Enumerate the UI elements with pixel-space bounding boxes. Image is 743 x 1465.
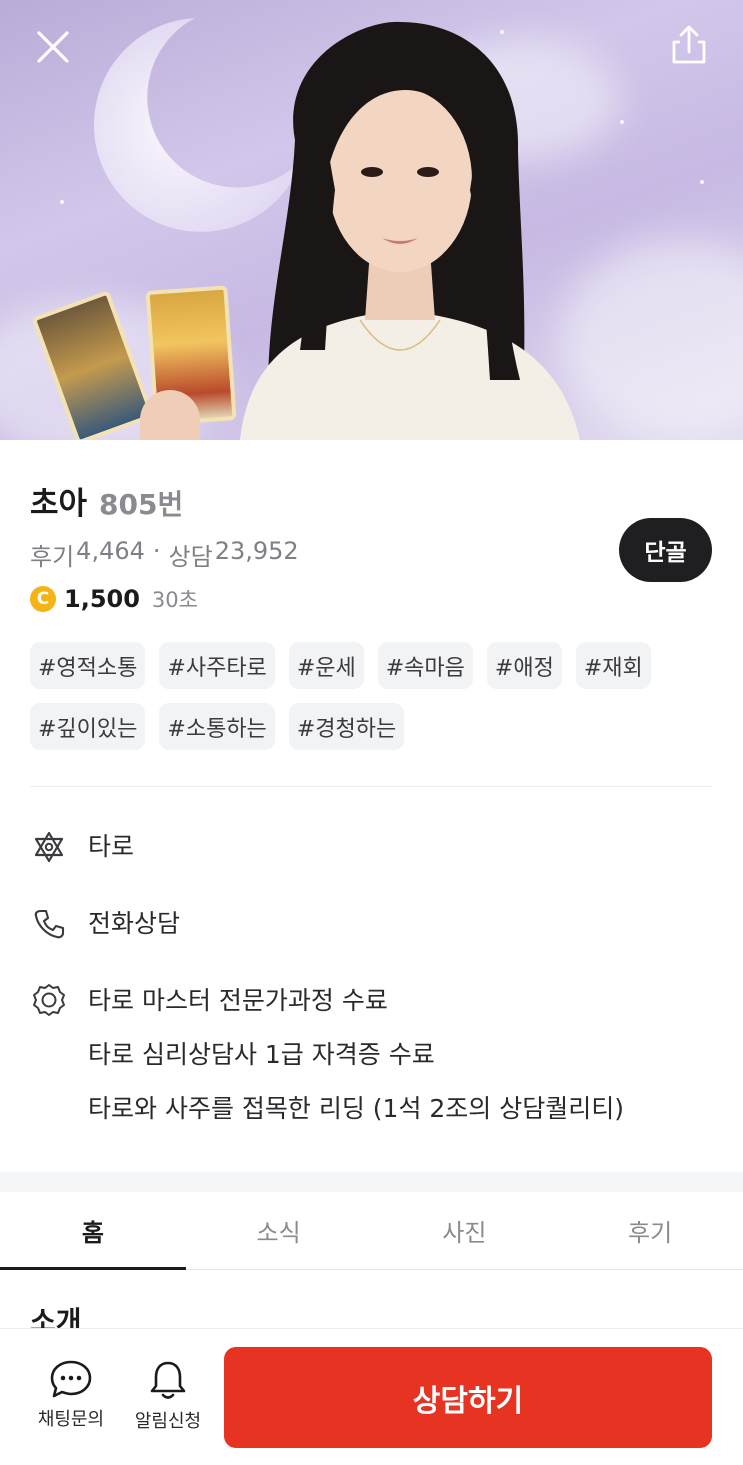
alert-subscribe-label: 알림신청: [134, 1411, 202, 1432]
bell-icon: [150, 1361, 186, 1399]
stats-row: 후기 4,464 · 상담 23,952: [30, 537, 713, 572]
reviews-label: 후기: [30, 543, 75, 571]
hero-banner: [0, 0, 743, 440]
detail-consult-type: 전화상담: [30, 897, 180, 951]
price: 1,500: [64, 585, 140, 613]
close-button[interactable]: [30, 24, 76, 70]
share-button[interactable]: [666, 22, 712, 68]
close-icon: [37, 31, 69, 63]
credential-item: 타로와 사주를 접목한 리딩 (1석 2조의 상담퀄리티): [88, 1094, 625, 1123]
hashtag[interactable]: #깊이있는: [30, 703, 146, 750]
stats-separator: ·: [152, 537, 161, 565]
counselor-name: 초아: [30, 486, 88, 522]
counselor-number: 805번: [99, 488, 184, 521]
category-text: 타로: [88, 832, 135, 861]
hashtag[interactable]: #경청하는: [288, 703, 405, 750]
section-separator: [0, 1172, 743, 1192]
hashtag[interactable]: #재회: [575, 642, 651, 689]
tab-bar: 홈 소식 사진 후기: [0, 1192, 743, 1270]
hashtag[interactable]: #속마음: [377, 642, 473, 689]
share-icon: [672, 25, 706, 64]
counselor-photo: [240, 21, 580, 440]
reviews-count: 4,464: [76, 537, 145, 565]
hashtag[interactable]: #운세: [288, 642, 364, 689]
coin-icon: C: [30, 586, 56, 612]
chat-inquiry-button[interactable]: 채팅문의: [26, 1359, 116, 1431]
hashtag[interactable]: #영적소통: [30, 642, 146, 689]
hashtag[interactable]: #애정: [486, 642, 562, 689]
tab-photos[interactable]: 사진: [372, 1192, 558, 1269]
divider: [30, 786, 713, 787]
hashtag-list: #영적소통 #사주타로 #운세 #속마음 #애정 #재회 #깊이있는 #소통하는…: [30, 642, 713, 750]
chat-bubble-icon: [50, 1360, 92, 1398]
price-unit: 30초: [151, 588, 198, 612]
tab-news[interactable]: 소식: [186, 1192, 372, 1269]
chat-inquiry-label: 채팅문의: [37, 1409, 105, 1430]
detail-category: 타로: [30, 820, 134, 874]
phone-icon: [30, 905, 68, 943]
credential-item: 타로 심리상담사 1급 자격증 수료: [88, 1040, 435, 1069]
consult-button[interactable]: 상담하기: [224, 1347, 712, 1448]
price-row: C 1,500 30초: [30, 584, 713, 614]
tab-home[interactable]: 홈: [0, 1192, 186, 1270]
hashtag[interactable]: #사주타로: [159, 642, 275, 689]
hashtag[interactable]: #소통하는: [159, 703, 275, 750]
tab-reviews[interactable]: 후기: [557, 1192, 743, 1269]
credential-item: 타로 마스터 전문가과정 수료: [88, 986, 388, 1015]
consults-count: 23,952: [214, 537, 299, 565]
award-badge-icon: [30, 982, 68, 1020]
alert-subscribe-button[interactable]: 알림신청: [123, 1359, 213, 1433]
star-of-david-icon: [30, 828, 68, 866]
favorite-button[interactable]: 단골: [619, 518, 712, 582]
consult-type-text: 전화상담: [88, 909, 181, 938]
bottom-action-bar: 채팅문의 알림신청 상담하기: [0, 1328, 743, 1465]
profile-info: 초아 805번 후기 4,464 · 상담 23,952 C 1,500 30초: [30, 478, 713, 614]
section-title: 소개: [30, 1305, 82, 1328]
consults-label: 상담: [168, 543, 213, 571]
detail-credentials: 타로 마스터 전문가과정 수료 타로 심리상담사 1급 자격증 수료 타로와 사…: [30, 974, 624, 1136]
